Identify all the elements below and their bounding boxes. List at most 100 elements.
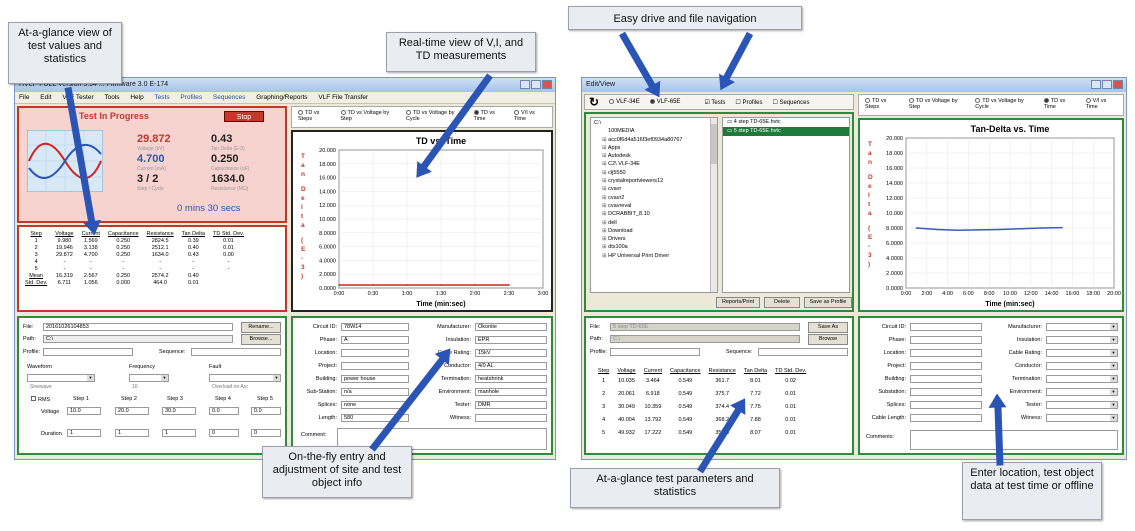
menu-file[interactable]: File <box>19 94 29 101</box>
rename-button[interactable]: Rename... <box>241 322 281 333</box>
maximize-icon[interactable] <box>531 80 541 89</box>
site-field-select[interactable] <box>1046 336 1118 344</box>
tree-item[interactable]: ⊞ cvavr2 <box>594 194 714 202</box>
file-name-field[interactable]: 5 step TD-65E <box>610 323 800 331</box>
step5-duration-input[interactable]: 0 <box>251 429 281 437</box>
step5-voltage-input[interactable]: 0.0 <box>251 407 281 415</box>
reports-print-button[interactable]: Reports/Print <box>716 297 760 308</box>
tab-tests[interactable]: Tests <box>154 94 169 101</box>
tree-item[interactable]: ⊞ C2\ VLF-34E <box>594 160 714 168</box>
sequence-field[interactable] <box>758 348 848 356</box>
site-field-input[interactable] <box>341 349 409 357</box>
tab-sequences[interactable]: Sequences <box>213 94 246 101</box>
radio-td-vs-time[interactable]: TD vs Time <box>473 110 507 124</box>
step3-duration-input[interactable]: 1 <box>162 429 196 437</box>
menu-tools[interactable]: Tools <box>104 94 119 101</box>
browse-button[interactable]: Browse <box>808 334 848 345</box>
tree-item[interactable]: C:\ <box>594 119 714 127</box>
file-item[interactable]: ▭ 4 step TD-65E.hvtc <box>723 118 849 127</box>
step3-voltage-input[interactable]: 30.0 <box>162 407 196 415</box>
tree-item[interactable]: ⊞ Autodesk <box>594 152 714 160</box>
tree-item[interactable]: ⊞ acc0f6d4a516f3ef0934a80767 <box>594 136 714 144</box>
step1-voltage-input[interactable]: 10.0 <box>67 407 101 415</box>
tab-vlf-file-transfer[interactable]: VLF File Transfer <box>318 94 368 101</box>
tab-graphing-reports[interactable]: Graphing/Reports <box>256 94 307 101</box>
site-field-select[interactable] <box>1046 362 1118 370</box>
profile-field[interactable] <box>43 348 133 356</box>
tab-profiles[interactable]: Profiles <box>180 94 202 101</box>
step2-duration-input[interactable]: 1 <box>115 429 149 437</box>
folder-tree[interactable]: C:\ 100MEDIA ⊞ acc0f6d4a516f3ef0934a80767 ⊞… <box>590 117 718 293</box>
site-field-input[interactable]: Okonite <box>475 323 547 331</box>
site-field-input[interactable] <box>910 401 982 409</box>
site-field-select[interactable] <box>1046 349 1118 357</box>
radio-td-vs-voltage-by-cycle[interactable]: TD vs Voltage by Cycle <box>975 98 1034 112</box>
site-field-input[interactable]: 4/0 AL <box>475 362 547 370</box>
browse-button[interactable]: Browse... <box>241 334 281 345</box>
tree-item[interactable]: ⊞ Drivers <box>594 235 714 243</box>
site-field-input[interactable]: n/a <box>341 388 409 396</box>
site-field-input[interactable]: heatshrink <box>475 375 547 383</box>
site-field-input[interactable]: EPR <box>475 336 547 344</box>
tree-item[interactable]: ⊞ DCRABBIT_8.10 <box>594 210 714 218</box>
tree-item[interactable]: ⊞ Download <box>594 227 714 235</box>
radio-vlf-34e[interactable]: VLF-34E <box>609 98 640 105</box>
tree-scrollbar[interactable] <box>710 118 717 292</box>
tree-item[interactable]: ⊞ cvavr <box>594 185 714 193</box>
waveform-select[interactable]: Sinewave <box>27 374 95 390</box>
site-field-input[interactable] <box>910 375 982 383</box>
site-field-input[interactable] <box>475 414 547 422</box>
radio-td-vs-steps[interactable]: TD vs Steps <box>865 98 899 112</box>
step4-duration-input[interactable]: 0 <box>209 429 239 437</box>
step1-duration-input[interactable]: 1 <box>67 429 101 437</box>
site-field-select[interactable] <box>1046 388 1118 396</box>
save-as-profile-button[interactable]: Save as Profile <box>804 297 852 308</box>
tree-item[interactable]: ⊞ dell <box>594 219 714 227</box>
check-profiles[interactable]: ☐ Profiles <box>735 99 762 106</box>
maximize-icon[interactable] <box>1102 80 1112 89</box>
stop-button[interactable]: Stop <box>224 111 264 122</box>
save-as-button[interactable]: Save As <box>808 322 848 333</box>
site-field-input[interactable]: DMR <box>475 401 547 409</box>
radio-td-vs-voltage-by-step[interactable]: TD vs Voltage by Step <box>908 98 965 112</box>
site-field-input[interactable]: 78W14 <box>341 323 409 331</box>
close-icon[interactable] <box>1113 80 1123 89</box>
radio-td-vs-steps[interactable]: TD vs Steps <box>298 110 333 124</box>
path-field[interactable]: C:\ <box>43 335 233 343</box>
file-list[interactable]: ▭ 4 step TD-65E.hvtc ▭ 5 step TD-65E.hvt… <box>722 117 850 293</box>
site-field-input[interactable]: A <box>341 336 409 344</box>
tree-item[interactable]: ⊞ crystalreportviewers12 <box>594 177 714 185</box>
file-name-field[interactable]: 20161026104853 <box>43 323 233 331</box>
step4-voltage-input[interactable]: 0.0 <box>209 407 239 415</box>
step2-voltage-input[interactable]: 20.0 <box>115 407 149 415</box>
radio-td-vs-time[interactable]: TD vs Time <box>1043 98 1076 112</box>
radio-v-i-vs-time[interactable]: V/I vs Time <box>1085 98 1117 112</box>
tree-item[interactable]: ⊞ HP Universal Print Driver <box>594 252 714 260</box>
site-field-input[interactable] <box>910 362 982 370</box>
site-field-input[interactable] <box>910 388 982 396</box>
profile-field[interactable] <box>610 348 700 356</box>
site-field-input[interactable] <box>341 362 409 370</box>
fault-select[interactable]: Overload on Arc <box>209 374 281 390</box>
comments-field[interactable] <box>910 430 1118 450</box>
site-field-input[interactable] <box>910 323 982 331</box>
menu-help[interactable]: Help <box>130 94 143 101</box>
site-field-input[interactable] <box>910 336 982 344</box>
tree-item[interactable]: 100MEDIA <box>594 127 714 135</box>
rms-checkbox[interactable]: RMS <box>31 396 50 403</box>
tree-item[interactable]: ⊞ Apps <box>594 144 714 152</box>
tree-item[interactable]: ⊞ dts100a <box>594 243 714 251</box>
delete-button[interactable]: Delete <box>764 297 800 308</box>
sequence-field[interactable] <box>191 348 281 356</box>
site-field-input[interactable]: 15kV <box>475 349 547 357</box>
menu-edit[interactable]: Edit <box>40 94 51 101</box>
site-field-select[interactable] <box>1046 401 1118 409</box>
site-field-input[interactable]: manhole <box>475 388 547 396</box>
tree-item[interactable]: ⊞ cvavreval <box>594 202 714 210</box>
site-field-input[interactable] <box>910 414 982 422</box>
site-field-input[interactable] <box>910 349 982 357</box>
radio-td-vs-voltage-by-step[interactable]: TD vs Voltage by Step <box>340 110 398 124</box>
path-field[interactable]: C:\ <box>610 335 800 343</box>
minimize-icon[interactable] <box>1091 80 1101 89</box>
close-icon[interactable] <box>542 80 552 89</box>
